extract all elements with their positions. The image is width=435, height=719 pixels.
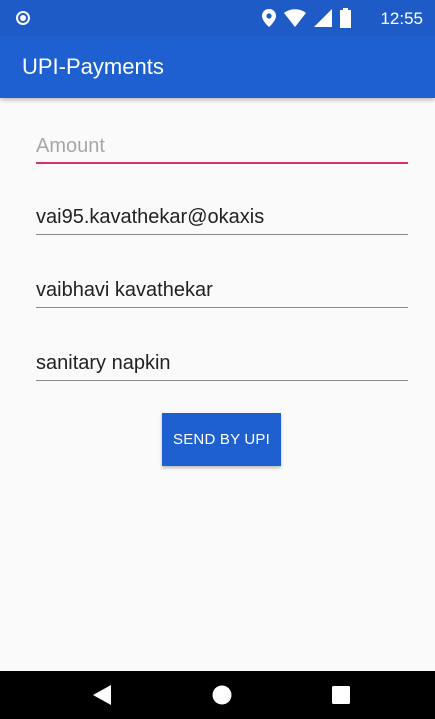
status-bar: 12:55 (0, 0, 435, 36)
back-icon (93, 685, 111, 705)
notification-dot-icon (16, 11, 30, 25)
wifi-icon (284, 9, 306, 27)
send-by-upi-button[interactable]: SEND BY UPI (162, 413, 281, 466)
home-button[interactable] (192, 671, 252, 719)
navigation-bar (0, 671, 435, 719)
amount-input[interactable] (36, 130, 408, 164)
status-time: 12:55 (380, 9, 423, 28)
note-input[interactable] (36, 347, 408, 381)
app-bar: UPI-Payments (0, 36, 435, 98)
recents-button[interactable] (311, 671, 371, 719)
screen: 12:55 UPI-Payments SEND BY UPI (0, 0, 435, 719)
location-icon (262, 9, 276, 27)
back-button[interactable] (72, 671, 132, 719)
app-title: UPI-Payments (22, 54, 164, 79)
home-icon (212, 685, 232, 705)
status-icons (262, 8, 351, 28)
upi-id-input[interactable] (36, 201, 408, 235)
battery-icon (340, 8, 351, 28)
cell-signal-icon (314, 9, 332, 27)
payee-name-input[interactable] (36, 274, 408, 308)
recents-icon (332, 686, 350, 704)
